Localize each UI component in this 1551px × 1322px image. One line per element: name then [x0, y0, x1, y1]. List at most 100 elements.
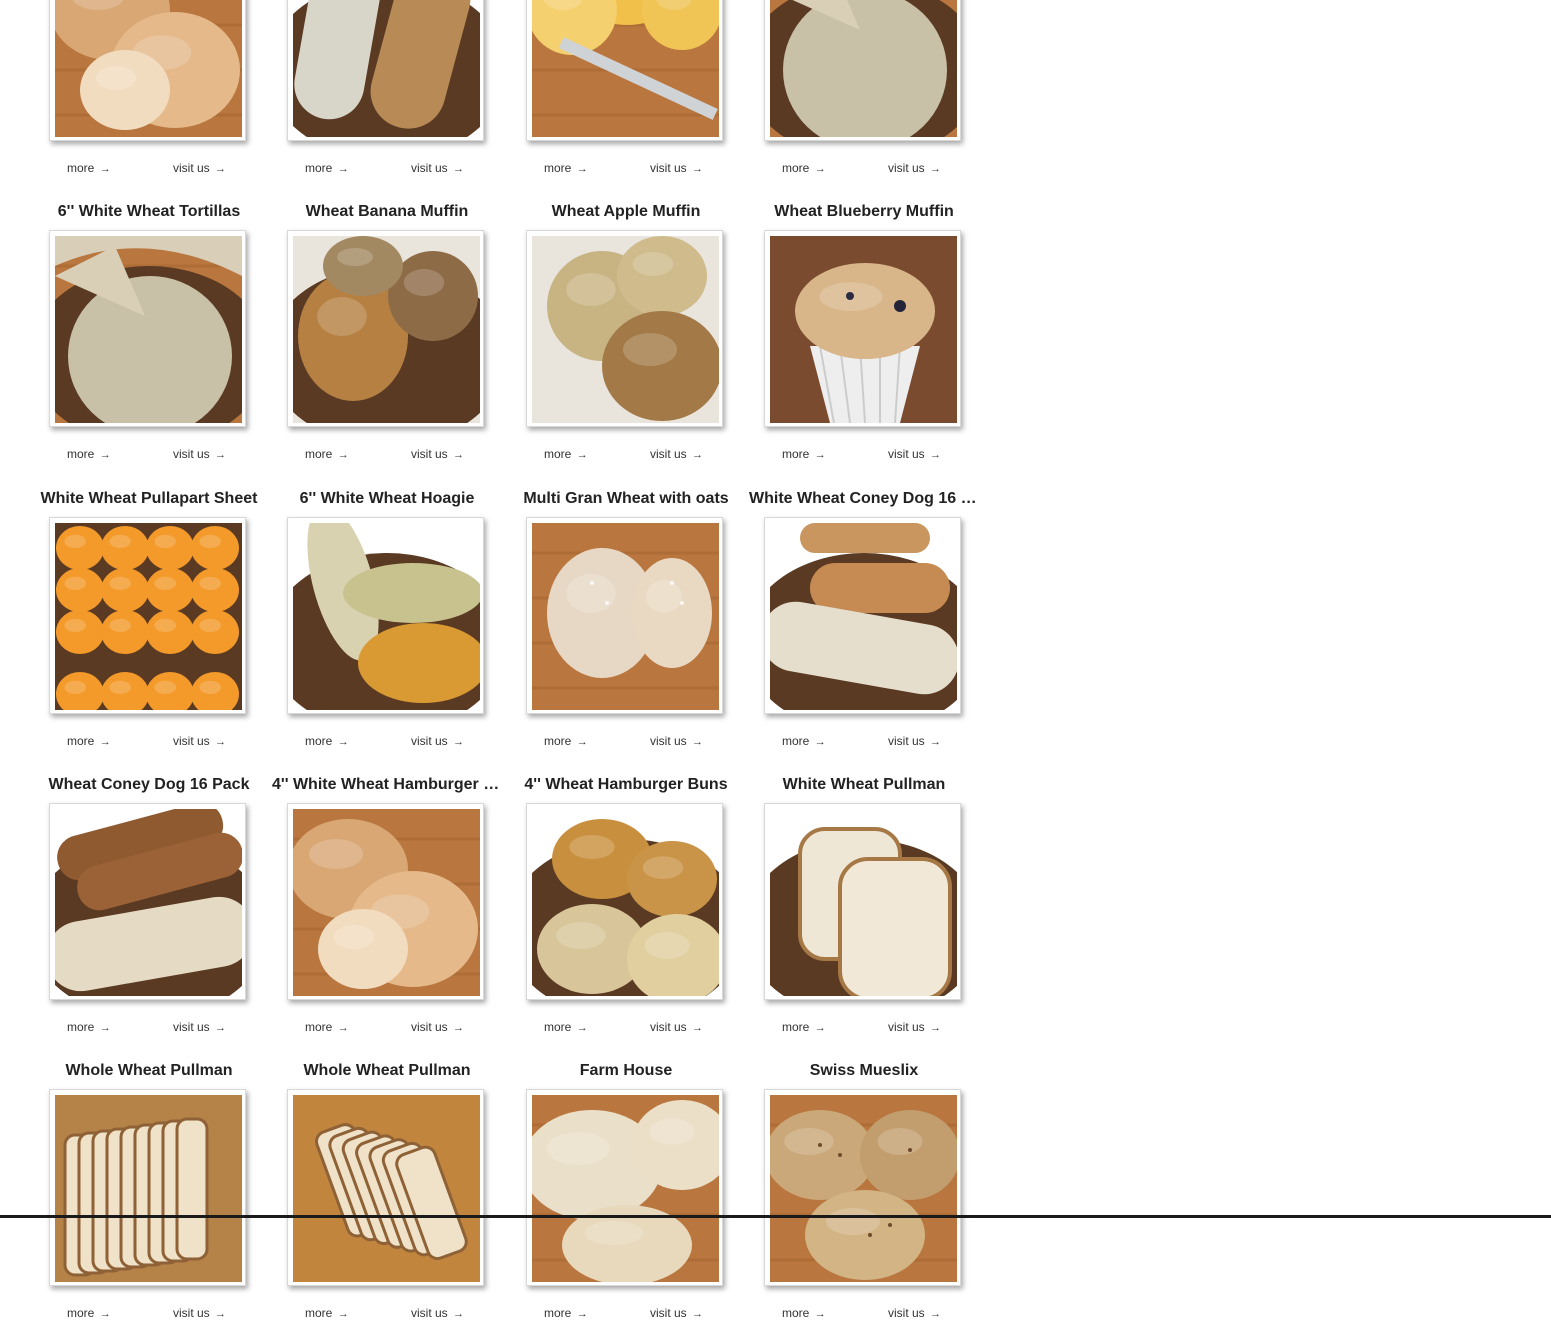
- arrow-right-icon: →: [215, 736, 227, 748]
- product-image[interactable]: [49, 517, 246, 714]
- more-link[interactable]: more →: [544, 1020, 588, 1034]
- visit-us-link[interactable]: visit us →: [411, 447, 464, 461]
- visit-us-link[interactable]: visit us →: [411, 161, 464, 175]
- more-link[interactable]: more →: [305, 447, 349, 461]
- product-image[interactable]: [287, 517, 484, 714]
- more-link[interactable]: more →: [305, 161, 349, 175]
- more-link[interactable]: more →: [67, 1306, 111, 1320]
- product-title: Wheat Banana Muffin: [305, 203, 469, 220]
- product-links: more → visit us →: [749, 161, 979, 177]
- visit-us-link[interactable]: visit us →: [173, 1306, 226, 1320]
- more-link[interactable]: more →: [544, 734, 588, 748]
- product-links: more → visit us →: [749, 447, 979, 463]
- product-title: 4'' White Wheat Hamburger Buns: [272, 776, 502, 793]
- product-photo: [770, 809, 957, 996]
- visit-us-link[interactable]: visit us →: [888, 1306, 941, 1320]
- product-image[interactable]: [526, 803, 723, 1000]
- product-image[interactable]: [49, 0, 246, 141]
- arrow-right-icon: →: [576, 1022, 588, 1034]
- product-title: Wheat Blueberry Muffin: [774, 203, 954, 220]
- visit-us-link[interactable]: visit us →: [888, 447, 941, 461]
- product-image[interactable]: [526, 230, 723, 427]
- product-image[interactable]: [49, 1089, 246, 1286]
- visit-us-link[interactable]: visit us →: [411, 1020, 464, 1034]
- product-image[interactable]: [287, 1089, 484, 1286]
- product-image[interactable]: [287, 0, 484, 141]
- more-link[interactable]: more →: [67, 447, 111, 461]
- product-image[interactable]: [526, 517, 723, 714]
- visit-us-link[interactable]: visit us →: [173, 161, 226, 175]
- arrow-right-icon: →: [576, 1308, 588, 1320]
- visit-us-link[interactable]: visit us →: [650, 734, 703, 748]
- arrow-right-icon: →: [576, 449, 588, 461]
- more-link[interactable]: more →: [305, 1020, 349, 1034]
- product-image[interactable]: [287, 230, 484, 427]
- product-links: more → visit us →: [749, 734, 979, 750]
- more-link[interactable]: more →: [305, 734, 349, 748]
- product-title: Whole Wheat Pullman: [303, 1062, 471, 1079]
- arrow-right-icon: →: [215, 1308, 227, 1320]
- more-link[interactable]: more →: [782, 734, 826, 748]
- visit-us-link[interactable]: visit us →: [888, 734, 941, 748]
- product-image[interactable]: [526, 0, 723, 141]
- visit-us-link[interactable]: visit us →: [173, 447, 226, 461]
- product-image[interactable]: [49, 803, 246, 1000]
- product-image[interactable]: [764, 1089, 961, 1286]
- more-link[interactable]: more →: [67, 734, 111, 748]
- visit-us-link[interactable]: visit us →: [650, 447, 703, 461]
- more-link[interactable]: more →: [544, 161, 588, 175]
- arrow-right-icon: →: [337, 1308, 349, 1320]
- product-image[interactable]: [764, 803, 961, 1000]
- visit-us-link[interactable]: visit us →: [173, 734, 226, 748]
- product-title: White Wheat Coney Dog 16 Pack: [749, 490, 979, 507]
- arrow-right-icon: →: [930, 736, 942, 748]
- more-link[interactable]: more →: [782, 1306, 826, 1320]
- product-links: more → visit us →: [34, 161, 264, 177]
- product-photo: [55, 1095, 242, 1282]
- product-photo: [293, 809, 480, 996]
- product-title: Swiss Mueslix: [809, 1062, 919, 1079]
- product-title: Wheat Coney Dog 16 Pack: [48, 776, 250, 793]
- arrow-right-icon: →: [215, 449, 227, 461]
- product-title: Multi Gran Wheat with oats: [523, 490, 729, 507]
- visit-us-link[interactable]: visit us →: [650, 161, 703, 175]
- more-link[interactable]: more →: [782, 161, 826, 175]
- more-link[interactable]: more →: [67, 1020, 111, 1034]
- arrow-right-icon: →: [337, 449, 349, 461]
- visit-us-link[interactable]: visit us →: [411, 1306, 464, 1320]
- visit-us-link[interactable]: visit us →: [650, 1306, 703, 1320]
- arrow-right-icon: →: [453, 449, 465, 461]
- visit-us-link[interactable]: visit us →: [888, 161, 941, 175]
- product-links: more → visit us →: [511, 1020, 741, 1036]
- product-photo: [770, 523, 957, 710]
- more-link[interactable]: more →: [305, 1306, 349, 1320]
- product-photo: [55, 809, 242, 996]
- product-photo: [293, 236, 480, 423]
- more-link[interactable]: more →: [782, 447, 826, 461]
- visit-us-link[interactable]: visit us →: [650, 1020, 703, 1034]
- product-image[interactable]: [287, 803, 484, 1000]
- visit-us-link[interactable]: visit us →: [411, 734, 464, 748]
- product-image[interactable]: [49, 230, 246, 427]
- arrow-right-icon: →: [99, 1022, 111, 1034]
- visit-us-link[interactable]: visit us →: [173, 1020, 226, 1034]
- arrow-right-icon: →: [692, 1308, 704, 1320]
- product-links: more → visit us →: [511, 161, 741, 177]
- product-photo: [770, 0, 957, 137]
- more-link[interactable]: more →: [67, 161, 111, 175]
- product-title: Wheat Apple Muffin: [551, 203, 701, 220]
- product-image[interactable]: [764, 0, 961, 141]
- visit-us-link[interactable]: visit us →: [888, 1020, 941, 1034]
- arrow-right-icon: →: [453, 1022, 465, 1034]
- arrow-right-icon: →: [692, 163, 704, 175]
- more-link[interactable]: more →: [782, 1020, 826, 1034]
- product-image[interactable]: [526, 1089, 723, 1286]
- more-link[interactable]: more →: [544, 447, 588, 461]
- product-image[interactable]: [764, 230, 961, 427]
- product-links: more → visit us →: [272, 447, 502, 463]
- product-photo: [55, 236, 242, 423]
- arrow-right-icon: →: [930, 1022, 942, 1034]
- product-photo: [293, 523, 480, 710]
- more-link[interactable]: more →: [544, 1306, 588, 1320]
- product-image[interactable]: [764, 517, 961, 714]
